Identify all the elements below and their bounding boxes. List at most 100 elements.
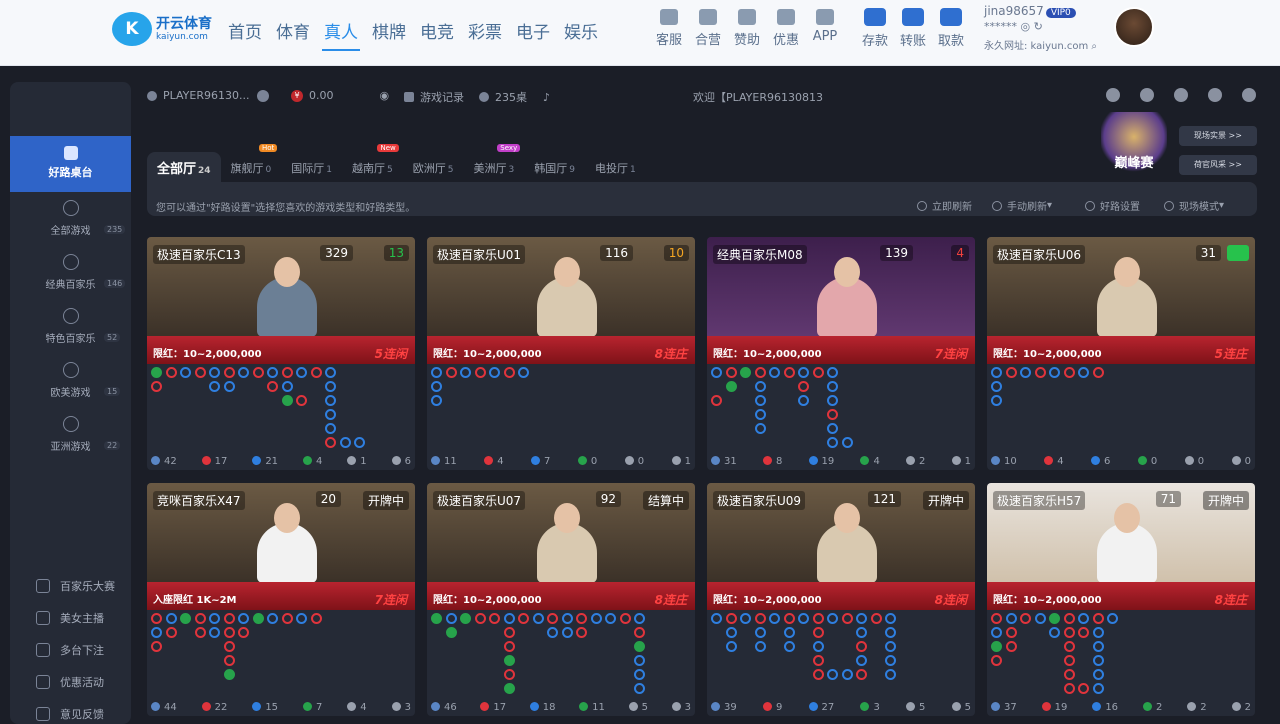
sound-icon[interactable] (1174, 88, 1188, 102)
manual-refresh-dropdown[interactable]: 手动刷新 ▾ (992, 198, 1052, 213)
stat-icon (762, 456, 772, 465)
bell-icon[interactable]: ♪ (543, 91, 550, 104)
dealer-gallery-button[interactable]: 荷官风采 >> (1179, 155, 1257, 175)
tab-3[interactable]: 越南厅 5 New (342, 144, 403, 182)
bead-road (151, 613, 411, 697)
tool-4[interactable]: APP (806, 8, 844, 48)
money-action-0[interactable]: 存款 (856, 8, 894, 49)
eye-toggle-icon[interactable]: ◉ (380, 89, 390, 102)
table-card[interactable]: 极速百家乐H57 71 开牌中 限红：10~2,000,000 8连庄 37 19 16 2 2 2 (987, 483, 1255, 716)
tab-2[interactable]: 国际厅 1 (281, 152, 342, 182)
road-bead (827, 409, 838, 420)
tool-0[interactable]: 客服 (650, 8, 688, 48)
tool-icon-3 (777, 9, 795, 25)
tab-4[interactable]: 欧洲厅 5 (403, 152, 464, 182)
table-card[interactable]: 极速百家乐U06 31 限红：10~2,000,000 5连庄 10 4 6 0 0 0 (987, 237, 1255, 470)
gear-icon (1085, 200, 1095, 211)
table-card[interactable]: 极速百家乐C13 329 13 限红：10~2,000,000 5连闲 42 17 21 4 1 6 (147, 237, 415, 470)
settings-icon[interactable] (1208, 88, 1222, 102)
sidebar-item-count: 146 (104, 279, 126, 288)
nav-item-1[interactable]: 体育 (274, 16, 312, 51)
refresh-icon[interactable]: ↻ (1034, 20, 1043, 33)
table-stats: 10 4 6 0 0 0 (991, 456, 1251, 467)
table-card[interactable]: 极速百家乐U09 121 开牌中 限红：10~2,000,000 8连闲 39 9 27 3 5 5 (707, 483, 975, 716)
live-scene-button[interactable]: 现场实景 >> (1179, 126, 1257, 146)
money-action-1[interactable]: 转账 (894, 8, 932, 49)
tool-3[interactable]: 优惠 (767, 8, 805, 48)
sidebar-item-4[interactable]: 亚洲游戏 22 (10, 416, 131, 453)
road-bead (1092, 669, 1104, 680)
nav-item-3[interactable]: 棋牌 (370, 16, 408, 51)
avatar[interactable] (1114, 7, 1154, 47)
road-settings-button[interactable]: 好路设置 (1085, 198, 1140, 213)
stat-item: 4 (1044, 456, 1064, 467)
bet-limit: 限红：10~2,000,000 (713, 349, 822, 360)
stat-value: 39 (724, 702, 737, 713)
tab-6[interactable]: 韩国厅 9 (524, 152, 585, 182)
fullscreen-icon[interactable] (1242, 88, 1256, 102)
sidebar-item-3[interactable]: 欧美游戏 15 (10, 362, 131, 399)
sidebar-item-2[interactable]: 特色百家乐 52 (10, 308, 131, 345)
table-stats: 31 8 19 4 2 1 (711, 456, 971, 467)
table-card[interactable]: 经典百家乐M08 139 4 限红：10~2,000,000 7连闲 31 8 19 4 2 1 (707, 237, 975, 470)
stat-item: 9 (762, 702, 782, 713)
nav-item-0[interactable]: 首页 (226, 16, 264, 51)
road-bead (460, 367, 471, 378)
stat-item: 16 (1092, 702, 1118, 713)
table-card[interactable]: 竞咪百家乐X47 20 开牌中 入座限红 1K~2M 7连闲 44 22 15 7 4 3 (147, 483, 415, 716)
nav-item-2[interactable]: 真人 (322, 16, 360, 51)
tab-1[interactable]: 旗舰厅 0 Hot (221, 144, 282, 182)
road-bead (503, 367, 515, 378)
tool-2[interactable]: 赞助 (728, 8, 766, 48)
road-bead (754, 641, 766, 652)
table-card[interactable]: 极速百家乐U01 116 10 限红：10~2,000,000 8连庄 11 4 7 0 0 1 (427, 237, 695, 470)
road-bead (1049, 627, 1060, 638)
search-icon[interactable]: ⌕ (1091, 41, 1097, 52)
stat-item: 42 (151, 456, 177, 467)
nav-item-6[interactable]: 电子 (514, 16, 552, 51)
stat-icon (347, 702, 357, 711)
nav-item-7[interactable]: 娱乐 (562, 16, 600, 51)
road-bead (547, 613, 558, 624)
tab-count: 9 (569, 165, 575, 175)
mode-dropdown[interactable]: 现场模式 ▾ (1164, 198, 1224, 213)
road-bead (267, 367, 278, 378)
eye-icon[interactable]: ◎ (1021, 20, 1031, 33)
live-icon[interactable] (1106, 88, 1120, 102)
sidebar-bottom-1[interactable]: 美女主播 (36, 610, 104, 626)
road-bead (856, 655, 867, 666)
sidebar-item-0[interactable]: 全部游戏 235 (10, 200, 131, 237)
nav-item-5[interactable]: 彩票 (466, 16, 504, 51)
refresh-now-button[interactable]: 立即刷新 (917, 198, 972, 213)
dealer-head (1114, 257, 1140, 287)
sidebar-bottom-icon (36, 611, 50, 625)
help-icon[interactable] (1140, 88, 1154, 102)
stat-value: 10 (1004, 456, 1017, 467)
stat-item: 19 (808, 456, 834, 467)
tool-1[interactable]: 合营 (689, 8, 727, 48)
sidebar-bottom-3[interactable]: 优惠活动 (36, 674, 104, 690)
road-bead (165, 627, 177, 638)
tab-5[interactable]: 美洲厅 3 Sexy (463, 144, 524, 182)
road-bead (561, 613, 573, 624)
tab-0[interactable]: 全部厅 24 (147, 152, 221, 182)
brand-logo[interactable]: K 开云体育 kaiyun.com (112, 12, 212, 46)
stat-icon (1137, 456, 1147, 465)
streak-label: 5连闲 (374, 347, 407, 361)
sidebar-item-good-road[interactable]: 好路桌台 (10, 136, 131, 192)
road-bead (725, 641, 737, 652)
table-card[interactable]: 极速百家乐U07 92 结算中 限红：10~2,000,000 8连庄 46 17 18 11 5… (427, 483, 695, 716)
game-records-link[interactable]: 游戏记录 (420, 89, 464, 105)
sidebar-bottom-label: 百家乐大赛 (60, 580, 115, 593)
sidebar-bottom-0[interactable]: 百家乐大赛 (36, 578, 115, 594)
dropdown-icon[interactable] (257, 89, 270, 102)
road-bead (754, 381, 766, 392)
sidebar-item-1[interactable]: 经典百家乐 146 (10, 254, 131, 291)
stat-value: 17 (214, 456, 228, 467)
tab-7[interactable]: 电投厅 1 (585, 152, 646, 182)
dealer-head (274, 257, 300, 287)
sidebar-bottom-4[interactable]: 意见反馈 (36, 706, 104, 722)
money-action-2[interactable]: 取款 (932, 8, 970, 49)
nav-item-4[interactable]: 电竞 (418, 16, 456, 51)
sidebar-bottom-2[interactable]: 多台下注 (36, 642, 104, 658)
